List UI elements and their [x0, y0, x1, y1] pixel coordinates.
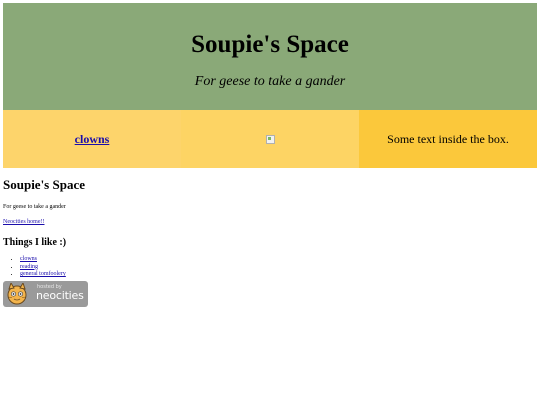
link-box: clowns [3, 110, 181, 168]
neocities-home-link[interactable]: Neocities home!! [3, 218, 537, 227]
likes-link-clowns[interactable]: clowns [20, 256, 37, 262]
list-item: reading [20, 264, 537, 272]
text-box: Some text inside the box. [359, 110, 537, 168]
likes-heading: Things I like :) [3, 237, 67, 248]
page: Soupie's Space For geese to take a gande… [0, 0, 540, 405]
hosted-by-neocities-badge[interactable]: hosted by neocities [3, 281, 88, 307]
page-heading: Soupie's Space [3, 177, 85, 192]
broken-image-icon [265, 134, 275, 144]
list-item: clowns [20, 256, 537, 264]
list-item: general tomfoolery [20, 271, 537, 279]
site-title: Soupie's Space [191, 31, 349, 58]
main-content: Soupie's Space For geese to take a gande… [3, 176, 537, 279]
likes-link-tomfoolery[interactable]: general tomfoolery [20, 271, 66, 277]
clowns-link[interactable]: clowns [75, 132, 110, 147]
site-tagline: For geese to take a gander [194, 74, 346, 89]
page-subtitle: For geese to take a gander [3, 204, 66, 210]
box-text: Some text inside the box. [387, 131, 509, 146]
likes-list: clowns reading general tomfoolery [3, 256, 537, 279]
header-banner: Soupie's Space For geese to take a gande… [3, 3, 537, 110]
box-row: clowns Some text inside the box. [3, 110, 537, 168]
image-box [181, 110, 359, 168]
likes-link-reading[interactable]: reading [20, 264, 38, 270]
neocities-cat-icon [7, 283, 27, 305]
badge-brand-text: neocities [36, 289, 84, 302]
